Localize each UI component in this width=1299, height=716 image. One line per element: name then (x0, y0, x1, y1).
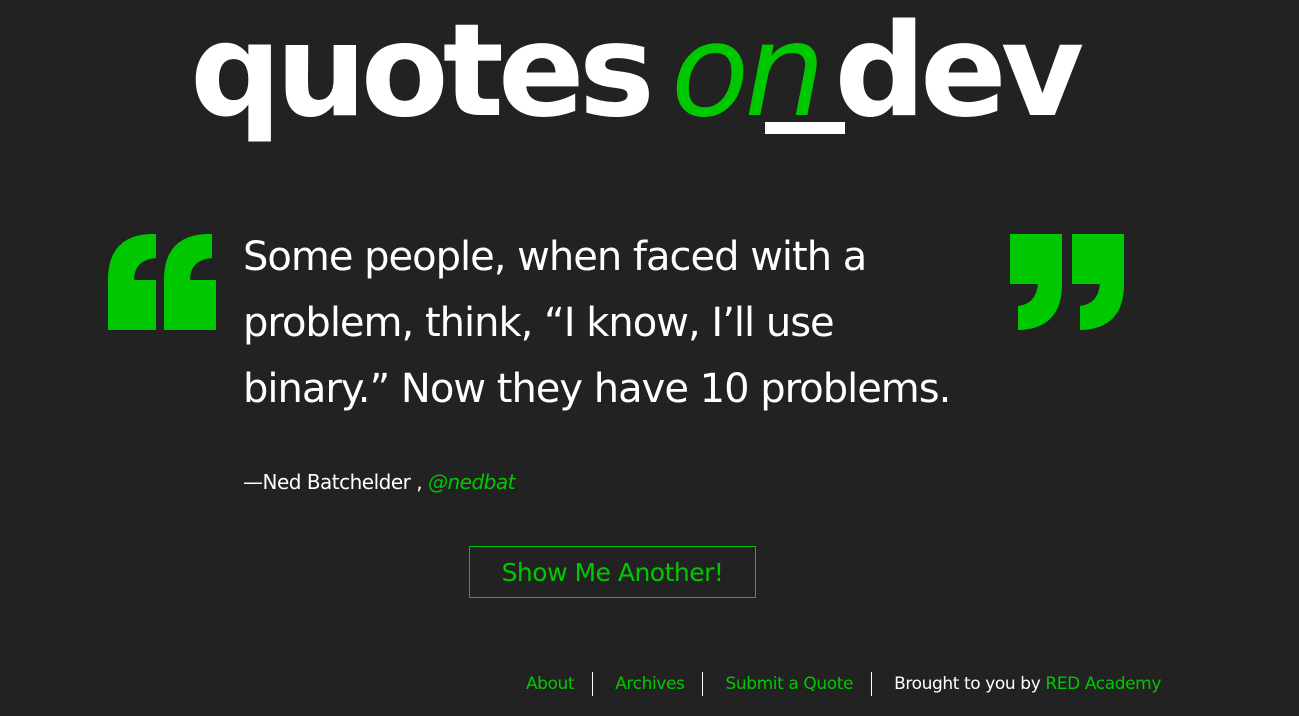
site-logo[interactable]: quotes on dev (190, 8, 1084, 136)
quote-text: Some people, when faced with a problem, … (243, 234, 951, 412)
footer-link-about[interactable]: About (526, 672, 594, 696)
footer-nav: About Archives Submit a Quote Brought to… (526, 672, 1161, 696)
close-quote-icon (1010, 232, 1126, 332)
open-quote-icon (102, 232, 218, 332)
footer-credit-link[interactable]: RED Academy (1045, 674, 1161, 694)
quote-source-link[interactable]: @nedbat (428, 470, 515, 494)
footer-credit-text: Brought to you by (894, 674, 1041, 694)
footer-link-archives[interactable]: Archives (593, 672, 704, 696)
footer-link-submit-quote[interactable]: Submit a Quote (703, 672, 873, 696)
logo-underscore (765, 122, 845, 134)
show-another-button[interactable]: Show Me Another! (469, 546, 756, 598)
quote-author: —Ned Batchelder , (243, 470, 423, 494)
logo-word-quotes: quotes (190, 0, 655, 146)
footer-credit: Brought to you by RED Academy (872, 672, 1161, 696)
quote-attribution: —Ned Batchelder , @nedbat (243, 470, 515, 494)
logo-word-dev: dev (834, 0, 1084, 146)
